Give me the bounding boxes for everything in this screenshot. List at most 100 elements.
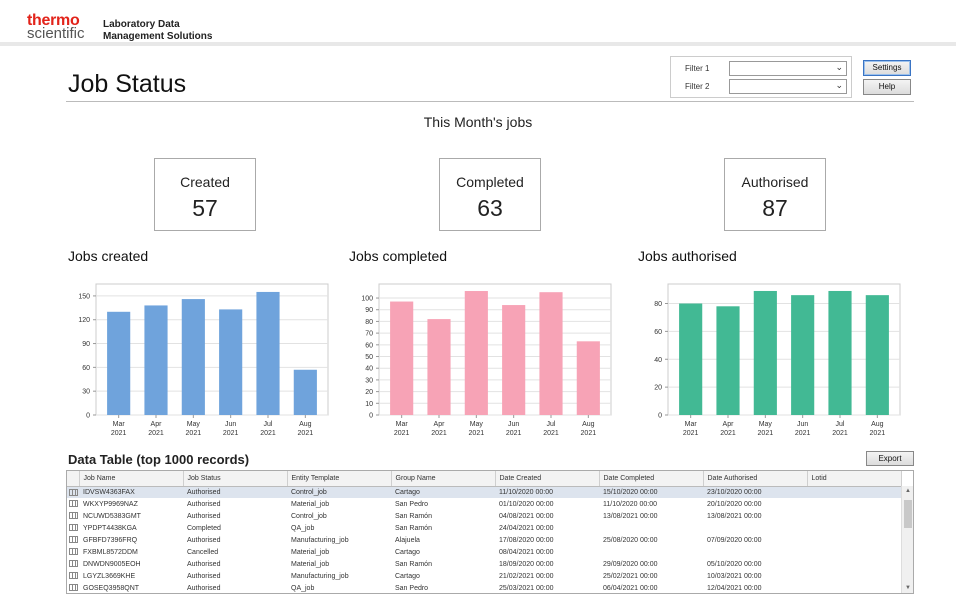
grid-row-icon [69, 524, 78, 532]
table-row[interactable]: WKXYP9969NAZ Authorised Material_job San Pe… [67, 498, 901, 510]
table-row[interactable]: FXBML8572DDM Cancelled Material_job Cartago… [67, 546, 901, 558]
table-row[interactable]: DNWDN9005EOH Authorised Material_job San Ra… [67, 558, 901, 570]
help-button[interactable]: Help [863, 79, 911, 95]
column-header[interactable]: Date Completed [599, 471, 704, 487]
export-button[interactable]: Export [866, 451, 914, 466]
bar [539, 292, 563, 415]
y-tick-label: 100 [361, 296, 373, 303]
grid-row-icon [69, 512, 78, 520]
bar [576, 341, 600, 415]
bar [219, 309, 243, 415]
column-header[interactable]: Job Status [183, 471, 288, 487]
bar [464, 291, 488, 415]
table-row[interactable]: NCUWD5383GMT Authorised Control_job San Ram… [67, 510, 901, 522]
table-cell: Material_job [291, 500, 330, 508]
row-selector[interactable] [67, 558, 79, 570]
table-cell: 07/09/2020 00:00 [707, 536, 762, 544]
created-card-value: 57 [192, 195, 218, 221]
filter-2-row: Filter 2 ⌄ [671, 79, 851, 95]
row-selector[interactable] [67, 546, 79, 558]
table-cell [807, 498, 901, 510]
app-header: thermo scientific Laboratory Data Manage… [0, 0, 956, 46]
row-selector[interactable] [67, 498, 79, 510]
title-divider [66, 101, 914, 102]
jobs-authorised-chart: 0 20 40 60 80 Mar 2021 Apr 2021 May 2021 Jun 2021 Jul… [632, 274, 908, 444]
scroll-down-icon[interactable]: ▼ [902, 583, 913, 593]
table-cell: San Ramón [395, 524, 432, 532]
grid-row-icon [69, 548, 78, 556]
grid-row-icon [69, 536, 78, 544]
bar [791, 295, 815, 415]
x-tick-label-year: 2021 [223, 430, 239, 437]
table-cell: 12/04/2021 00:00 [707, 584, 762, 592]
table-cell: Authorised [187, 500, 221, 508]
x-tick-label-month: Apr [434, 421, 446, 428]
page-title: Job Status [68, 70, 187, 98]
data-table[interactable]: Job Name Job Status Entity Template Group N… [66, 470, 914, 594]
x-tick-label-year: 2021 [394, 430, 410, 437]
table-cell: 25/03/2021 00:00 [499, 584, 554, 592]
table-cell: San Ramón [395, 560, 432, 568]
column-header[interactable]: Date Created [495, 471, 600, 487]
row-selector[interactable] [67, 486, 79, 498]
table-cell: 05/10/2020 00:00 [707, 560, 762, 568]
row-selector[interactable] [67, 582, 79, 593]
y-tick-label: 80 [365, 319, 373, 326]
table-scrollbar[interactable]: ▲ ▼ [901, 486, 913, 593]
x-tick-label-year: 2021 [870, 430, 886, 437]
table-cell: Cancelled [187, 548, 219, 556]
y-tick-label: 20 [365, 389, 373, 396]
column-header[interactable]: Group Name [391, 471, 496, 487]
table-row[interactable]: IDVSW4363FAX Authorised Control_job Cartago… [67, 486, 901, 498]
table-cell: San Ramón [395, 512, 432, 520]
table-cell: GOSEQ3958QNT [83, 584, 140, 592]
row-selector[interactable] [67, 522, 79, 534]
settings-button[interactable]: Settings [863, 60, 911, 76]
x-tick-label-year: 2021 [720, 430, 736, 437]
table-cell [807, 510, 901, 522]
completed-card-label: Completed [456, 174, 524, 190]
table-cell: Authorised [187, 512, 221, 520]
column-header[interactable]: Lotid [807, 471, 902, 487]
bar [865, 295, 889, 415]
row-selector[interactable] [67, 570, 79, 582]
grid-row-icon [69, 572, 78, 580]
x-tick-label-month: Apr [151, 421, 163, 428]
table-cell: 29/09/2020 00:00 [603, 560, 658, 568]
x-tick-label-year: 2021 [431, 430, 447, 437]
column-header[interactable]: Date Authorised [703, 471, 808, 487]
scroll-thumb[interactable] [904, 500, 912, 528]
x-tick-label-month: Apr [723, 421, 735, 428]
row-selector-header [67, 471, 80, 487]
y-tick-label: 50 [365, 354, 373, 361]
table-row[interactable]: YPDPT4438KGA Completed QA_job San Ramón 24/0… [67, 522, 901, 534]
y-tick-label: 60 [82, 365, 90, 372]
authorised-card-label: Authorised [741, 174, 809, 190]
table-cell: QA_job [291, 584, 315, 592]
x-tick-label-year: 2021 [111, 430, 127, 437]
row-selector[interactable] [67, 534, 79, 546]
table-cell: 25/02/2021 00:00 [603, 572, 658, 580]
table-row[interactable]: GFBFD7396FRQ Authorised Manufacturing_job A… [67, 534, 901, 546]
scroll-up-icon[interactable]: ▲ [902, 486, 913, 496]
table-cell: Cartago [391, 486, 495, 498]
table-cell: Cartago [395, 572, 420, 580]
table-row[interactable]: GOSEQ3958QNT Authorised QA_job San Pedro 25/… [67, 582, 901, 593]
table-cell: GFBFD7396FRQ [83, 536, 138, 544]
table-cell [703, 546, 807, 558]
y-tick-label: 70 [365, 331, 373, 338]
table-header-row: Job Name Job Status Entity Template Group N… [67, 471, 902, 487]
plot-area [95, 283, 329, 416]
x-tick-label-year: 2021 [543, 430, 559, 437]
filter-1-select[interactable]: ⌄ [729, 61, 847, 76]
bar [144, 305, 168, 415]
grid-row-icon [69, 560, 78, 568]
column-header[interactable]: Job Name [79, 471, 184, 487]
x-tick-label-year: 2021 [832, 430, 848, 437]
bar [679, 303, 703, 415]
column-header[interactable]: Entity Template [287, 471, 392, 487]
table-row[interactable]: LGYZL3669KHE Authorised Manufacturing_job C… [67, 570, 901, 582]
filter-2-select[interactable]: ⌄ [729, 79, 847, 94]
row-selector[interactable] [67, 510, 79, 522]
table-cell: 25/08/2020 00:00 [603, 536, 658, 544]
